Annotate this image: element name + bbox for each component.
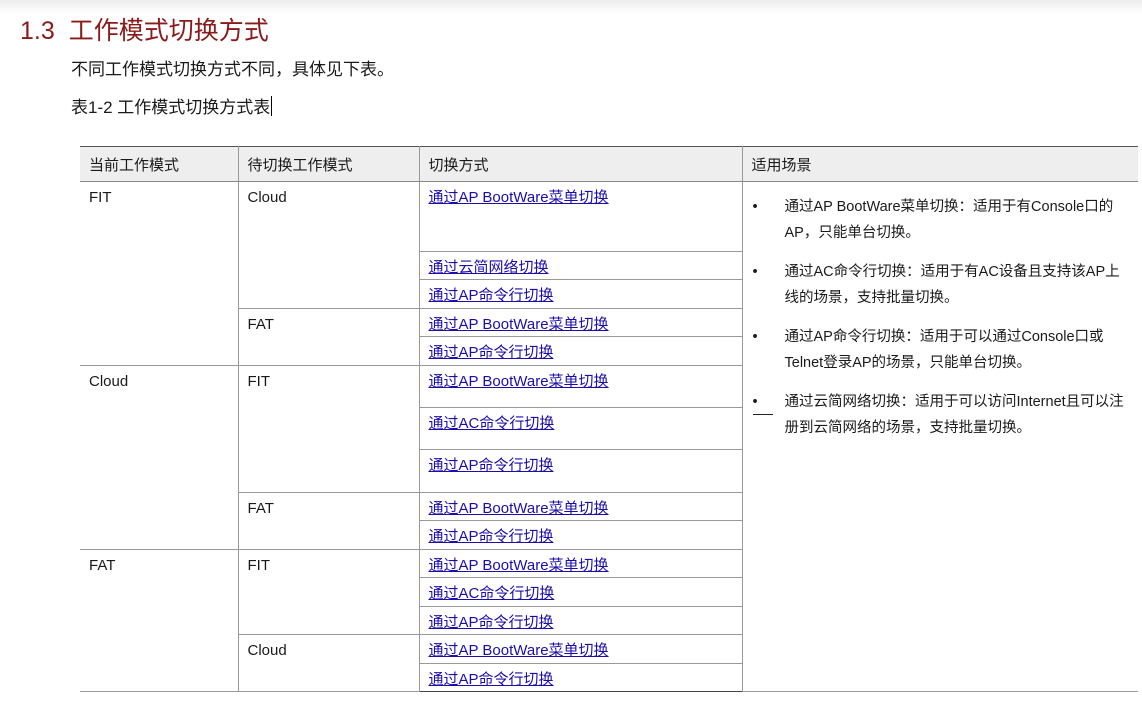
method-link[interactable]: 通过AP BootWare菜单切换 (429, 500, 609, 517)
header-target-mode: 待切换工作模式 (237, 146, 420, 182)
table-row: FIT Cloud 通过AP BootWare菜单切换 • 通过AP BootWa… (80, 181, 1138, 692)
scenario-text: 通过AP命令行切换：适用于可以通过Console口或Telnet登录AP的场景，… (784, 329, 1104, 371)
method-cell: 通过AP BootWare菜单切换 (418, 492, 743, 521)
method-cell: 通过AP命令行切换 (418, 336, 743, 366)
method-cell: 通过AP命令行切换 (418, 279, 743, 309)
method-link[interactable]: 通过AP命令行切换 (429, 528, 554, 545)
target-mode-cell: Cloud (237, 634, 420, 692)
current-mode-cell: Cloud (80, 365, 239, 550)
method-link[interactable]: 通过AC命令行切换 (429, 415, 555, 432)
table-caption: 表1-2 工作模式切换方式表 (71, 96, 273, 120)
table-header-row: 当前工作模式 待切换工作模式 切换方式 适用场景 (80, 146, 1138, 182)
page-top-shadow (0, 0, 1142, 14)
bullet-icon: • (752, 264, 758, 280)
method-link[interactable]: 通过AP命令行切换 (429, 614, 554, 631)
target-mode-cell: Cloud (237, 181, 420, 309)
method-cell: 通过AP命令行切换 (418, 663, 743, 692)
target-mode-cell: FAT (237, 308, 420, 366)
method-cell: 通过AP BootWare菜单切换 (418, 308, 743, 337)
method-cell: 通过AP命令行切换 (418, 449, 743, 493)
text-cursor (271, 96, 273, 116)
section-title: 工作模式切换方式 (68, 17, 269, 45)
scenario-item: • 通过AP BootWare菜单切换：适用于有Console口的AP，只能单台切… (753, 194, 1129, 246)
method-cell: 通过AC命令行切换 (418, 407, 743, 450)
method-link[interactable]: 通过AP BootWare菜单切换 (429, 373, 609, 390)
bullet-icon: • (752, 389, 773, 415)
scenario-text: 通过云简网络切换：适用于可以访问Internet且可以注册到云简网络的场景，支持… (784, 394, 1124, 436)
method-link[interactable]: 通过AP BootWare菜单切换 (429, 316, 609, 333)
method-cell: 通过AP BootWare菜单切换 (418, 365, 743, 408)
method-link[interactable]: 通过AC命令行切换 (429, 585, 555, 602)
scenario-cell: • 通过AP BootWare菜单切换：适用于有Console口的AP，只能单台切… (741, 181, 1138, 692)
method-cell: 通过AP BootWare菜单切换 (418, 549, 743, 578)
scenario-text: 通过AC命令行切换：适用于有AC设备且支持该AP上线的场景，支持批量切换。 (784, 264, 1120, 306)
bullet-icon: • (752, 329, 758, 345)
method-cell: 通过云简网络切换 (418, 251, 743, 280)
method-link[interactable]: 通过AP命令行切换 (429, 287, 554, 304)
method-cell: 通过AP BootWare菜单切换 (418, 634, 743, 664)
header-scenario: 适用场景 (741, 146, 1138, 182)
method-link[interactable]: 通过AP BootWare菜单切换 (429, 642, 609, 659)
section-heading: 1.3 工作模式切换方式 (20, 14, 269, 48)
method-cell: 通过AC命令行切换 (418, 577, 743, 607)
method-link[interactable]: 通过AP命令行切换 (429, 671, 554, 688)
target-mode-cell: FAT (237, 492, 420, 550)
bullet-icon: • (752, 199, 758, 215)
method-cell: 通过AP命令行切换 (418, 520, 743, 550)
scenario-item: • 通过AC命令行切换：适用于有AC设备且支持该AP上线的场景，支持批量切换。 (753, 259, 1129, 311)
method-cell: 通过AP命令行切换 (418, 606, 743, 635)
method-link[interactable]: 通过云简网络切换 (429, 259, 549, 276)
method-link[interactable]: 通过AP命令行切换 (429, 457, 554, 474)
method-link[interactable]: 通过AP BootWare菜单切换 (429, 557, 609, 574)
method-link[interactable]: 通过AP命令行切换 (429, 344, 554, 361)
target-mode-cell: FIT (237, 365, 420, 493)
header-current-mode: 当前工作模式 (80, 146, 239, 182)
table-caption-text: 表1-2 工作模式切换方式表 (71, 98, 271, 117)
target-mode-cell: FIT (237, 549, 420, 635)
section-number: 1.3 (20, 17, 55, 45)
mode-switch-table: 当前工作模式 待切换工作模式 切换方式 适用场景 FIT Cloud 通过AP … (80, 146, 1138, 692)
method-cell: 通过AP BootWare菜单切换 (418, 181, 743, 252)
current-mode-cell: FAT (80, 549, 239, 692)
scenario-text: 通过AP BootWare菜单切换：适用于有Console口的AP，只能单台切换… (784, 199, 1114, 241)
scenario-item: • 通过AP命令行切换：适用于可以通过Console口或Telnet登录AP的场景… (753, 324, 1129, 376)
scenario-item: • 通过云简网络切换：适用于可以访问Internet且可以注册到云简网络的场景，支… (752, 389, 1129, 441)
header-switch-method: 切换方式 (418, 146, 743, 182)
scenario-list: • 通过AP BootWare菜单切换：适用于有Console口的AP，只能单台切… (752, 194, 1129, 441)
current-mode-cell: FIT (80, 181, 239, 366)
method-link[interactable]: 通过AP BootWare菜单切换 (429, 189, 609, 206)
intro-paragraph: 不同工作模式切换方式不同，具体见下表。 (71, 60, 394, 79)
